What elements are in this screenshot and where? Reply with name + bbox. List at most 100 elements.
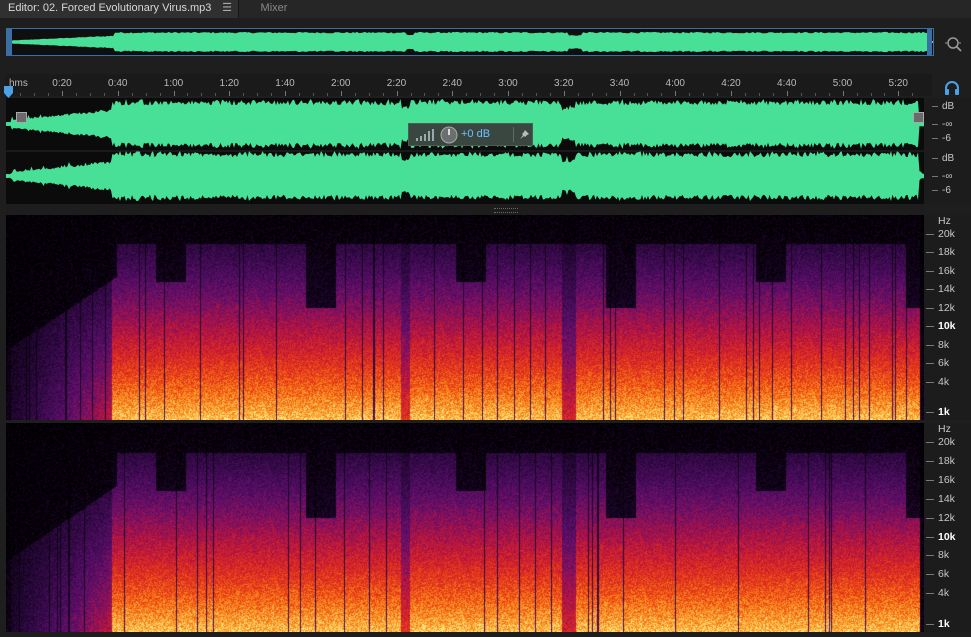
ruler-label: 1:20 <box>219 78 239 89</box>
ruler-tick <box>89 93 91 96</box>
ruler-tick <box>912 93 914 96</box>
gain-value[interactable]: +0 dB <box>461 128 490 140</box>
ruler-tick <box>368 93 370 96</box>
waveform-display[interactable] <box>6 98 924 204</box>
ruler-tick <box>173 91 175 96</box>
hud-gain-control[interactable]: +0 dB <box>408 123 533 146</box>
ruler-label: 2:40 <box>442 78 462 89</box>
ruler-label: 2:00 <box>331 78 351 89</box>
right-hz-tick <box>926 536 934 538</box>
left-hz-tick <box>926 289 934 291</box>
tab-mixer[interactable]: Mixer <box>238 0 309 18</box>
right-hz-label: 6k <box>938 568 950 581</box>
tab-menu-icon[interactable]: ☰ <box>222 0 232 16</box>
left-hz-tick <box>926 381 934 383</box>
right-hz-tick <box>926 555 934 557</box>
left-hz-label: 8k <box>938 338 950 351</box>
ruler-tick <box>382 93 384 96</box>
ruler-tick <box>480 93 482 96</box>
spectral-display-right[interactable] <box>6 423 924 632</box>
right-hz-tick <box>926 479 934 481</box>
overview-left-handle[interactable] <box>7 29 12 55</box>
ruler-label: 4:20 <box>721 78 741 89</box>
left-hz-label: 20k <box>938 228 955 240</box>
ruler-tick <box>201 93 203 96</box>
ruler-tick <box>508 91 510 96</box>
ruler-tick <box>215 93 217 96</box>
ruler-tick <box>842 91 844 96</box>
waveform-channel-right <box>6 151 924 201</box>
ruler-tick <box>75 93 77 96</box>
right-hz-label: 12k <box>938 511 955 524</box>
left-hz-tick <box>926 307 934 309</box>
right-hz-tick <box>926 593 934 595</box>
ruler-label: 0:40 <box>108 78 128 89</box>
fade-out-handle[interactable] <box>913 112 924 123</box>
ruler-label: 1:40 <box>275 78 295 89</box>
ruler-label: 3:20 <box>554 78 574 89</box>
left-hz-label: 4k <box>938 375 950 388</box>
ruler-tick <box>326 93 328 96</box>
ruler-tick <box>159 93 161 96</box>
ruler-tick <box>145 93 147 96</box>
zoom-icon[interactable] <box>944 34 964 54</box>
ruler-tick <box>814 93 816 96</box>
right-hz-tick <box>926 498 934 500</box>
ruler-label: 5:20 <box>888 78 908 89</box>
ruler-tick <box>772 93 774 96</box>
right-hz-label: 8k <box>938 549 950 562</box>
ruler-tick <box>661 93 663 96</box>
left-hz-label: 12k <box>938 301 955 314</box>
right-hz-label: 4k <box>938 587 950 600</box>
left-hz-unit: Hz <box>938 215 951 227</box>
time-ruler[interactable]: hms 0:20 0:40 1:00 1:20 1:40 2:00 2:20 2:40 3:00… <box>6 74 932 96</box>
ruler-label: 3:00 <box>498 78 518 89</box>
ruler-label: 4:40 <box>777 78 797 89</box>
right-hz-tick <box>926 624 934 625</box>
left-hz-tick <box>926 234 934 235</box>
left-hz-label: 6k <box>938 357 950 370</box>
overview-waveform[interactable] <box>6 28 934 56</box>
ruler-tick <box>229 91 231 96</box>
headphones-icon[interactable] <box>943 80 961 96</box>
ruler-tick <box>271 93 273 96</box>
gain-knob-icon[interactable] <box>440 126 458 144</box>
ruler-tick <box>243 93 245 96</box>
divider-grip[interactable] <box>494 208 518 213</box>
level-meter-icon <box>416 129 434 141</box>
left-hz-label: 18k <box>938 246 955 259</box>
ruler-tick <box>131 93 133 96</box>
overview-waveform-shape <box>7 31 933 53</box>
ruler-tick <box>633 93 635 96</box>
panel-divider[interactable] <box>6 204 924 215</box>
ruler-tick <box>884 93 886 96</box>
tab-editor[interactable]: Editor: 02. Forced Evolutionary Virus.mp… <box>0 0 238 18</box>
left-hz-label: 14k <box>938 283 955 296</box>
db-minus6-bottom: -6 <box>942 185 951 196</box>
playhead-icon[interactable] <box>4 86 13 98</box>
right-hz-label: 1k <box>938 618 950 630</box>
ruler-label: 2:20 <box>386 78 407 89</box>
pin-icon[interactable] <box>519 129 530 140</box>
ruler-tick <box>62 91 63 96</box>
waveform-channels <box>6 99 924 201</box>
ruler-tick <box>647 93 649 96</box>
spectral-display-left[interactable] <box>6 215 924 420</box>
ruler-tick <box>689 93 691 96</box>
right-hz-tick <box>926 460 934 462</box>
overview-right-handle[interactable] <box>927 29 932 55</box>
fade-in-handle[interactable] <box>16 112 27 123</box>
ruler-tick <box>786 91 788 96</box>
right-hz-unit: Hz <box>938 423 951 435</box>
ruler-tick <box>410 93 412 96</box>
right-hz-label: 16k <box>938 473 955 486</box>
right-hz-tick <box>926 517 934 519</box>
ruler-tick <box>312 93 314 96</box>
left-hz-label: 10k <box>938 320 956 333</box>
ruler-label: 3:40 <box>609 78 630 89</box>
ruler-tick <box>745 93 747 96</box>
ruler-tick <box>759 93 760 96</box>
left-hz-tick <box>926 412 934 413</box>
right-hz-tick <box>926 574 934 576</box>
ruler-tick <box>535 93 537 96</box>
